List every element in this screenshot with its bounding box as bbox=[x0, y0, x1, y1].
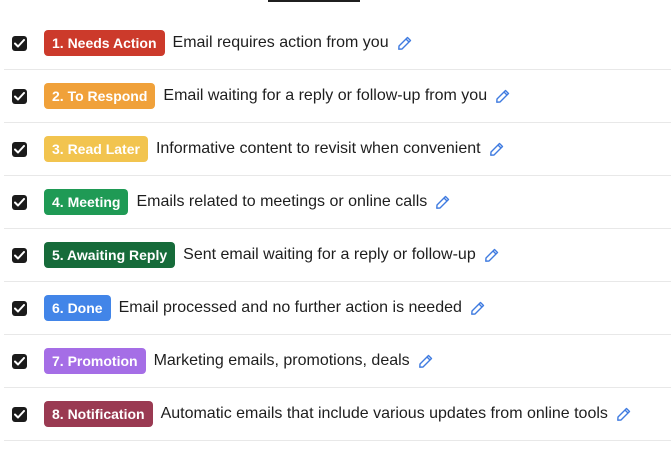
pencil-icon bbox=[617, 407, 631, 421]
pencil-icon bbox=[397, 36, 411, 50]
checkmark-icon bbox=[14, 144, 25, 153]
label-description: Marketing emails, promotions, deals bbox=[153, 352, 410, 369]
checkmark-icon bbox=[14, 250, 25, 259]
label-row: 1. Needs Action Email requires action fr… bbox=[4, 17, 671, 70]
edit-label-button[interactable] bbox=[489, 141, 505, 157]
label-checkbox[interactable] bbox=[12, 88, 27, 104]
pencil-icon bbox=[489, 142, 503, 156]
pencil-icon bbox=[436, 195, 450, 209]
label-checkbox[interactable] bbox=[12, 300, 27, 316]
label-checkbox[interactable] bbox=[12, 141, 27, 157]
label-description: Automatic emails that include various up… bbox=[160, 405, 608, 422]
label-row: 6. Done Email processed and no further a… bbox=[4, 282, 671, 335]
label-row: 5. Awaiting Reply Sent email waiting for… bbox=[4, 229, 671, 282]
edit-label-button[interactable] bbox=[484, 247, 500, 263]
checkmark-icon bbox=[14, 91, 25, 100]
edit-label-button[interactable] bbox=[397, 35, 413, 51]
edit-label-button[interactable] bbox=[495, 88, 511, 104]
label-description: Informative content to revisit when conv… bbox=[155, 140, 481, 157]
label-description: Email waiting for a reply or follow-up f… bbox=[163, 87, 488, 104]
checkmark-icon bbox=[14, 409, 25, 418]
label-checkbox[interactable] bbox=[12, 35, 27, 51]
label-checkbox[interactable] bbox=[12, 194, 27, 210]
pencil-icon bbox=[484, 248, 498, 262]
label-checkbox[interactable] bbox=[12, 353, 27, 369]
label-badge: 6. Done bbox=[44, 295, 111, 321]
label-checkbox[interactable] bbox=[12, 406, 27, 422]
pencil-icon bbox=[471, 301, 485, 315]
label-description: Sent email waiting for a reply or follow… bbox=[183, 246, 476, 263]
label-row: 7. Promotion Marketing emails, promotion… bbox=[4, 335, 671, 388]
top-handle-bar bbox=[268, 0, 360, 2]
checkmark-icon bbox=[14, 356, 25, 365]
label-description: Email processed and no further action is… bbox=[118, 299, 462, 316]
label-settings-panel: 1. Needs Action Email requires action fr… bbox=[0, 0, 671, 451]
edit-label-button[interactable] bbox=[470, 300, 486, 316]
label-description: Email requires action from you bbox=[172, 34, 389, 51]
label-badge: 4. Meeting bbox=[44, 189, 129, 215]
edit-label-button[interactable] bbox=[435, 194, 451, 210]
label-checkbox[interactable] bbox=[12, 247, 27, 263]
label-row: 4. Meeting Emails related to meetings or… bbox=[4, 176, 671, 229]
edit-label-button[interactable] bbox=[616, 406, 632, 422]
pencil-icon bbox=[496, 89, 510, 103]
label-badge: 1. Needs Action bbox=[44, 30, 165, 56]
label-row: 8. Notification Automatic emails that in… bbox=[4, 388, 671, 441]
checkmark-icon bbox=[14, 303, 25, 312]
checkmark-icon bbox=[14, 38, 25, 47]
label-row: 2. To Respond Email waiting for a reply … bbox=[4, 70, 671, 123]
label-badge: 7. Promotion bbox=[44, 348, 146, 374]
label-badge: 2. To Respond bbox=[44, 83, 156, 109]
pencil-icon bbox=[418, 354, 432, 368]
edit-label-button[interactable] bbox=[418, 353, 434, 369]
label-description: Emails related to meetings or online cal… bbox=[136, 193, 428, 210]
label-badge: 3. Read Later bbox=[44, 136, 148, 162]
label-row: 3. Read Later Informative content to rev… bbox=[4, 123, 671, 176]
label-badge: 5. Awaiting Reply bbox=[44, 242, 176, 268]
checkmark-icon bbox=[14, 197, 25, 206]
label-badge: 8. Notification bbox=[44, 401, 153, 427]
